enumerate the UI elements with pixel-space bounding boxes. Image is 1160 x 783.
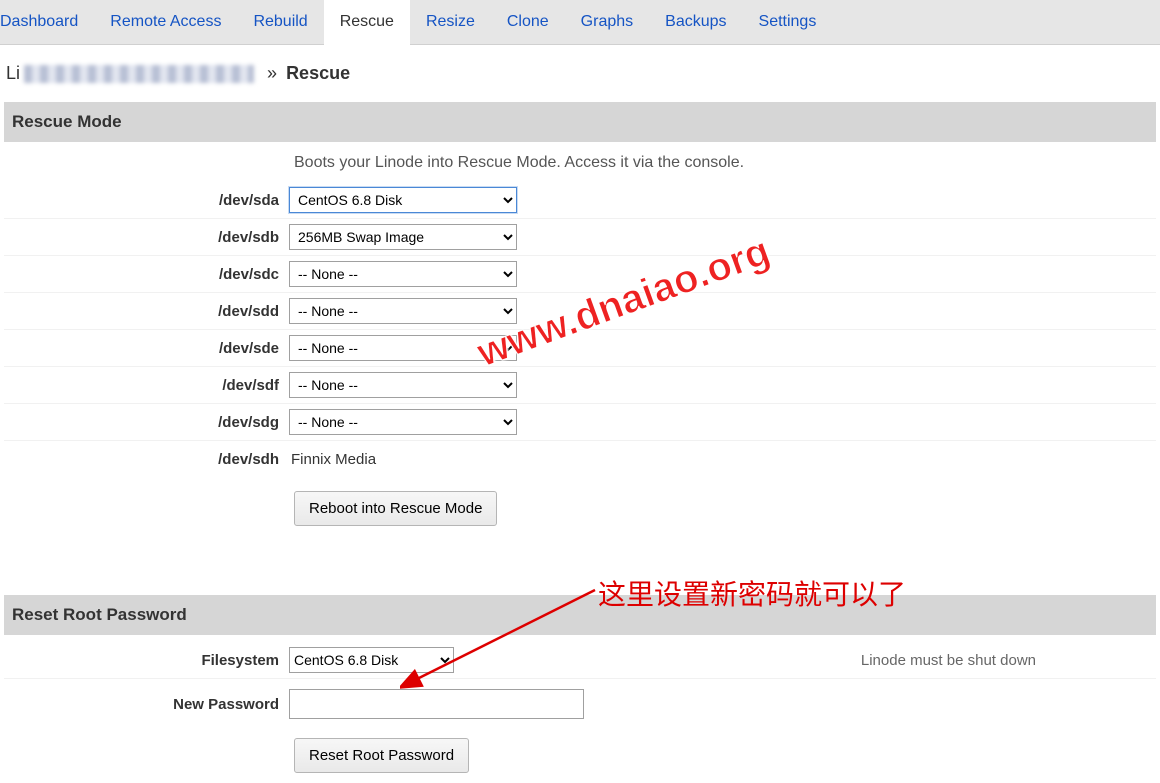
label-sdf: /dev/sdf [4,377,289,394]
tab-graphs[interactable]: Graphs [565,0,649,44]
tab-resize[interactable]: Resize [410,0,491,44]
rescue-mode-header: Rescue Mode [4,102,1156,142]
tab-dashboard[interactable]: Dashboard [0,0,94,44]
select-sdf[interactable]: -- None -- [289,372,517,398]
tab-bar: Dashboard Remote Access Rebuild Rescue R… [0,0,1160,45]
reset-root-password-button[interactable]: Reset Root Password [294,738,469,773]
select-filesystem[interactable]: CentOS 6.8 Disk [289,647,454,673]
new-password-input[interactable] [289,689,584,719]
rescue-mode-body: Boots your Linode into Rescue Mode. Acce… [4,142,1156,536]
label-sda: /dev/sda [4,192,289,209]
tab-rebuild[interactable]: Rebuild [237,0,323,44]
tab-clone[interactable]: Clone [491,0,565,44]
label-sdd: /dev/sdd [4,303,289,320]
breadcrumb: Li » Rescue [0,45,1160,98]
tab-rescue[interactable]: Rescue [324,0,410,45]
label-new-password: New Password [4,696,289,713]
select-sdc[interactable]: -- None -- [289,261,517,287]
select-sde[interactable]: -- None -- [289,335,517,361]
breadcrumb-prefix: Li [6,63,20,83]
select-sdb[interactable]: 256MB Swap Image [289,224,517,250]
breadcrumb-sep: » [267,63,277,83]
tab-remote-access[interactable]: Remote Access [94,0,237,44]
select-sdg[interactable]: -- None -- [289,409,517,435]
label-sde: /dev/sde [4,340,289,357]
breadcrumb-obscured [24,65,254,83]
reset-root-header: Reset Root Password [4,595,1156,635]
reboot-rescue-button[interactable]: Reboot into Rescue Mode [294,491,497,526]
label-filesystem: Filesystem [4,652,289,669]
label-sdg: /dev/sdg [4,414,289,431]
label-sdb: /dev/sdb [4,229,289,246]
breadcrumb-current: Rescue [286,63,350,83]
rescue-mode-desc: Boots your Linode into Rescue Mode. Acce… [4,142,1156,182]
tab-settings[interactable]: Settings [743,0,833,44]
select-sda[interactable]: CentOS 6.8 Disk [289,187,517,213]
tab-backups[interactable]: Backups [649,0,742,44]
shutdown-hint: Linode must be shut down [861,652,1156,669]
value-sdh: Finnix Media [289,451,376,468]
label-sdc: /dev/sdc [4,266,289,283]
select-sdd[interactable]: -- None -- [289,298,517,324]
reset-root-body: Filesystem CentOS 6.8 Disk Linode must b… [4,635,1156,783]
label-sdh: /dev/sdh [4,451,289,468]
